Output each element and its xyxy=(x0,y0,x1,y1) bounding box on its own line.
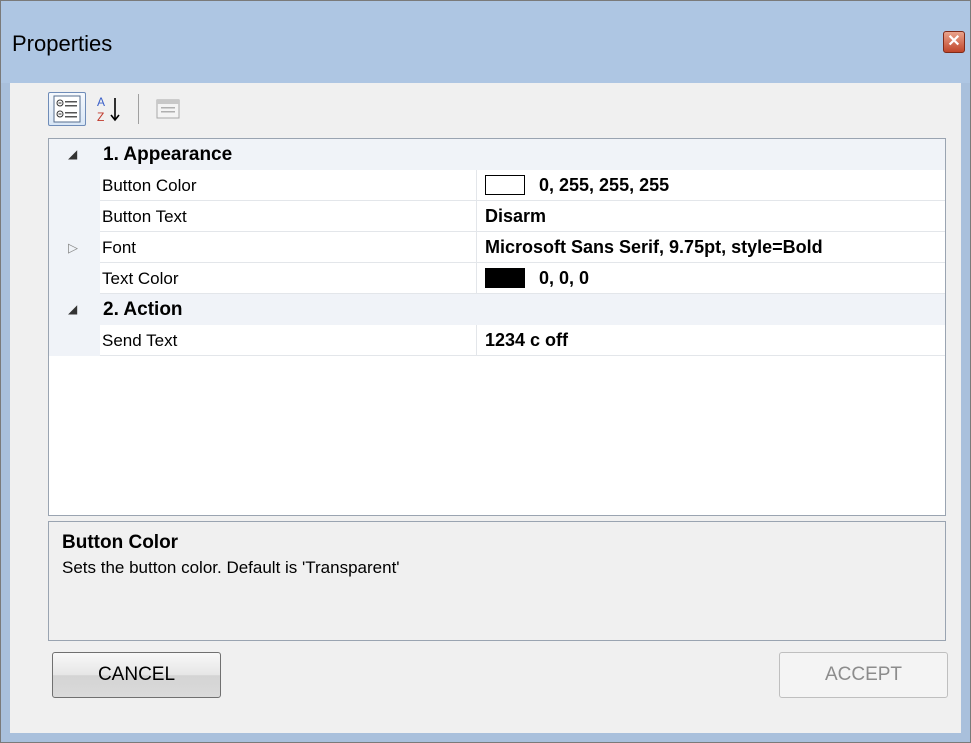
svg-text:A: A xyxy=(97,95,105,109)
property-value-text: 0, 0, 0 xyxy=(539,267,590,288)
category-margin: ◢ xyxy=(49,294,100,325)
property-name: Button Color xyxy=(100,170,477,201)
property-value[interactable]: 0, 0, 0 xyxy=(477,263,945,294)
description-panel: Button Color Sets the button color. Defa… xyxy=(48,521,946,641)
row-margin xyxy=(49,201,100,232)
property-pages-icon xyxy=(156,99,180,119)
color-swatch xyxy=(485,175,525,195)
property-grid[interactable]: ◢ 1. Appearance Button Color 0, 255, 255… xyxy=(48,138,946,516)
close-icon[interactable]: ✕ xyxy=(943,31,965,53)
cancel-button[interactable]: CANCEL xyxy=(52,652,221,698)
category-action[interactable]: ◢ 2. Action xyxy=(49,294,945,325)
client-area: A Z ◢ 1. Appearance Button Color 0, 255,… xyxy=(10,83,961,733)
category-label: 2. Action xyxy=(103,299,183,320)
collapse-arrow-icon[interactable]: ◢ xyxy=(68,139,77,170)
property-name: Text Color xyxy=(100,263,477,294)
property-value[interactable]: Microsoft Sans Serif, 9.75pt, style=Bold xyxy=(477,232,945,263)
property-row-button-text[interactable]: Button Text Disarm xyxy=(49,201,945,232)
property-name: Font xyxy=(100,232,477,263)
property-name: Send Text xyxy=(100,325,477,356)
window-title: Properties xyxy=(12,31,113,56)
row-margin xyxy=(49,170,100,201)
property-name: Button Text xyxy=(100,201,477,232)
property-value[interactable]: 0, 255, 255, 255 xyxy=(477,170,945,201)
accept-button[interactable]: ACCEPT xyxy=(779,652,948,698)
properties-window: Properties ✕ A Z ◢ 1. Appearance Button … xyxy=(0,0,971,743)
color-swatch xyxy=(485,268,525,288)
row-margin xyxy=(49,263,100,294)
collapse-arrow-icon[interactable]: ◢ xyxy=(68,294,77,325)
expand-arrow-icon[interactable]: ▷ xyxy=(68,232,78,263)
sort-az-icon: A Z xyxy=(97,95,120,124)
row-margin xyxy=(49,325,100,356)
property-row-font[interactable]: ▷ Font Microsoft Sans Serif, 9.75pt, sty… xyxy=(49,232,945,263)
property-row-text-color[interactable]: Text Color 0, 0, 0 xyxy=(49,263,945,294)
property-value[interactable]: 1234 c off xyxy=(477,325,945,356)
property-value-text: 0, 255, 255, 255 xyxy=(539,174,670,195)
categorized-button[interactable] xyxy=(48,92,86,126)
property-row-send-text[interactable]: Send Text 1234 c off xyxy=(49,325,945,356)
alphabetical-button[interactable]: A Z xyxy=(90,92,128,126)
property-value[interactable]: Disarm xyxy=(477,201,945,232)
row-margin: ▷ xyxy=(49,232,100,263)
title-bar[interactable]: Properties ✕ xyxy=(1,1,970,83)
property-row-button-color[interactable]: Button Color 0, 255, 255, 255 xyxy=(49,170,945,201)
property-toolbar: A Z xyxy=(48,91,191,127)
categorized-icon xyxy=(53,95,81,123)
category-label: 1. Appearance xyxy=(103,144,233,165)
property-pages-button[interactable] xyxy=(149,92,187,126)
category-margin: ◢ xyxy=(49,139,100,170)
category-appearance[interactable]: ◢ 1. Appearance xyxy=(49,139,945,170)
description-title: Button Color xyxy=(62,532,179,553)
svg-text:Z: Z xyxy=(97,110,104,124)
toolbar-separator xyxy=(138,94,139,124)
description-text: Sets the button color. Default is 'Trans… xyxy=(62,558,400,577)
